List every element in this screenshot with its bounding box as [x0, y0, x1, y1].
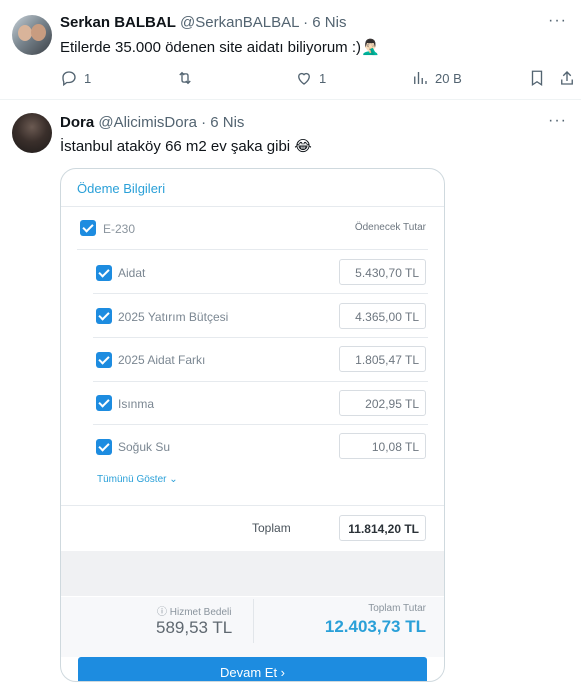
continue-button: Devam Et ›: [78, 657, 427, 681]
card-title: Ödeme Bilgileri: [77, 181, 166, 196]
divider: [61, 505, 444, 506]
bookmark-button[interactable]: [528, 69, 546, 87]
divider: [93, 293, 428, 294]
reply-icon: [62, 71, 76, 87]
item-label: 2025 Yatırım Bütçesi: [118, 310, 229, 324]
tweet-serkan[interactable]: Serkan BALBAL @SerkanBALBAL · 6 Nis ··· …: [0, 0, 581, 100]
item-label: 2025 Aidat Farkı: [118, 353, 206, 367]
grand-total-value: 12.403,73 TL: [324, 617, 426, 636]
attached-image-payment-details[interactable]: Ödeme Bilgileri E-230 Ödenecek Tutar Aid…: [60, 168, 445, 682]
chevron-down-icon: ⌄: [169, 474, 178, 485]
item-amount: 10,08 TL: [339, 433, 426, 459]
item-amount: 1.805,47 TL: [339, 346, 426, 372]
author-name[interactable]: Serkan BALBAL: [60, 14, 176, 31]
spacer: [61, 551, 444, 596]
item-label: Soğuk Su: [118, 440, 171, 454]
reply-button[interactable]: 1: [60, 69, 91, 87]
info-icon: ⓘ: [157, 607, 167, 618]
more-options-icon[interactable]: ···: [548, 112, 567, 130]
item-label: Isınma: [118, 397, 155, 411]
item-amount: 5.430,70 TL: [339, 259, 426, 285]
checkbox-checked: [96, 439, 112, 455]
divider: [93, 381, 428, 382]
service-fee-label: ⓘ Hizmet Bedeli: [157, 607, 232, 618]
views-count: 20 B: [435, 70, 462, 86]
group-label: E-230: [103, 222, 136, 236]
tweet-actions: 1 1 20 B: [60, 69, 581, 89]
show-all-label: Tümünü Göster: [97, 474, 167, 485]
checkbox-checked: [96, 395, 112, 411]
avatar[interactable]: [12, 15, 52, 55]
tweet-header: Serkan BALBAL @SerkanBALBAL · 6 Nis: [60, 14, 346, 31]
divider: [77, 249, 428, 250]
like-button[interactable]: 1: [295, 69, 326, 87]
divider: [253, 599, 254, 643]
service-fee-value: 589,53 TL: [156, 618, 233, 637]
next-tweet-actions-partial: [0, 690, 581, 697]
views-button[interactable]: 20 B: [411, 69, 462, 87]
item-amount: 4.365,00 TL: [339, 303, 426, 329]
tweet-header: Dora @AlicimisDora · 6 Nis: [60, 114, 244, 131]
author-name[interactable]: Dora: [60, 114, 94, 131]
more-options-icon[interactable]: ···: [548, 12, 567, 30]
checkbox-checked: [80, 220, 96, 236]
share-icon: [561, 71, 573, 85]
divider: [93, 337, 428, 338]
views-chart-icon: [414, 72, 427, 84]
amount-header: Ödenecek Tutar: [354, 222, 426, 233]
like-count: 1: [319, 70, 327, 86]
divider: [61, 206, 444, 207]
share-button[interactable]: [558, 69, 576, 87]
reply-count: 1: [84, 70, 92, 86]
retweet-icon: [179, 71, 191, 85]
show-all-link: Tümünü Göster ⌄: [97, 474, 178, 485]
checkbox-checked: [96, 308, 112, 324]
tweet-text: Etilerde 35.000 ödenen site aidatı biliy…: [60, 39, 380, 56]
heart-icon: [298, 72, 310, 85]
author-handle-date[interactable]: @AlicimisDora · 6 Nis: [98, 114, 244, 131]
grand-total-label: Toplam Tutar: [368, 603, 426, 614]
avatar[interactable]: [12, 113, 52, 153]
checkbox-checked: [96, 265, 112, 281]
checkbox-checked: [96, 352, 112, 368]
item-label: Aidat: [118, 266, 146, 280]
total-label: Toplam: [252, 521, 291, 535]
item-amount: 202,95 TL: [339, 390, 426, 416]
total-amount: 11.814,20 TL: [339, 515, 426, 541]
bookmark-icon: [531, 70, 543, 87]
retweet-button[interactable]: [176, 69, 200, 87]
author-handle-date[interactable]: @SerkanBALBAL · 6 Nis: [180, 14, 346, 31]
divider: [93, 424, 428, 425]
tweet-text: İstanbul ataköy 66 m2 ev şaka gibi 😂: [60, 138, 312, 155]
